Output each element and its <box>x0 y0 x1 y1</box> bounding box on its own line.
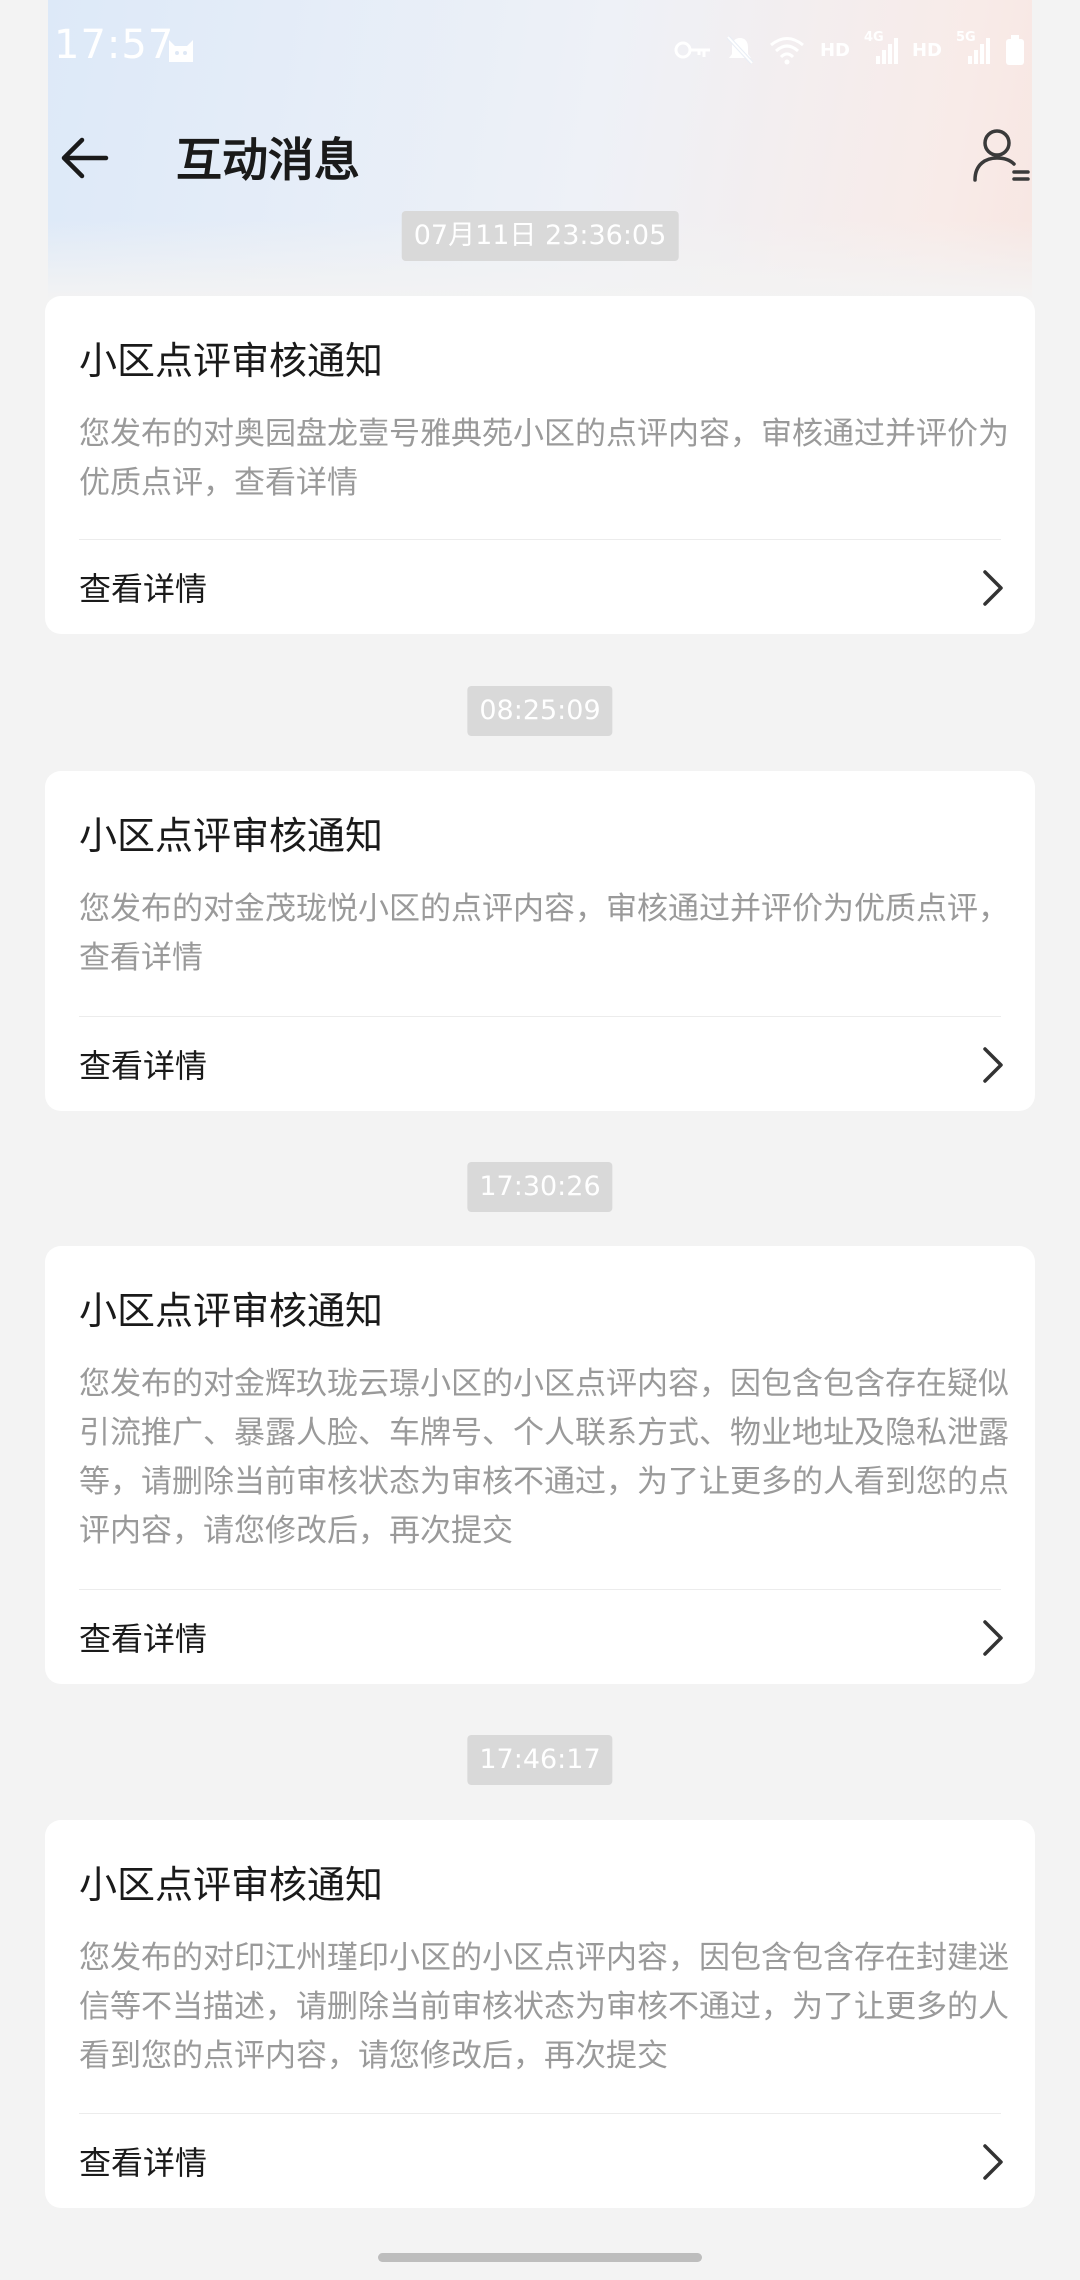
hd-indicator-2: HD <box>911 39 942 61</box>
message-card: 小区点评审核通知 您发布的对奥园盘龙壹号雅典苑小区的点评内容，审核通过并评价为优… <box>45 296 1035 634</box>
message-timestamp: 17:46:17 <box>467 1735 613 1785</box>
view-details-button[interactable]: 查看详情 <box>45 1588 1035 1684</box>
page-title: 互动消息 <box>176 133 360 187</box>
message-timestamp: 08:25:09 <box>467 686 613 736</box>
user-list-icon <box>973 129 1030 182</box>
message-card: 小区点评审核通知 您发布的对金辉玖珑云璟小区的小区点评内容，因包含包含存在疑似引… <box>45 1246 1035 1684</box>
view-details-label: 查看详情 <box>79 570 208 608</box>
back-button[interactable] <box>56 128 116 188</box>
app-header: 互动消息 <box>48 110 1032 200</box>
hd-indicator-1: HD <box>819 39 850 61</box>
message-timestamp: 17:30:26 <box>467 1162 613 1212</box>
message-body: 您发布的对金辉玖珑云璟小区的小区点评内容，因包含包含存在疑似引流推广、暴露人脸、… <box>79 1366 1009 1549</box>
status-bar: 17:57 HD 4G HD 5G <box>48 0 1032 96</box>
chevron-right-icon <box>983 1620 1003 1656</box>
view-details-label: 查看详情 <box>79 1047 208 1085</box>
message-body: 您发布的对印江州瑾印小区的小区点评内容，因包含包含存在封建迷信等不当描述，请删除… <box>79 1940 1009 2074</box>
home-indicator[interactable] <box>378 2253 702 2262</box>
message-card: 小区点评审核通知 您发布的对金茂珑悦小区的点评内容，审核通过并评价为优质点评，查… <box>45 771 1035 1111</box>
message-title: 小区点评审核通知 <box>79 1863 384 1907</box>
signal-icon-2: 5G <box>956 30 990 66</box>
message-title: 小区点评审核通知 <box>79 1289 384 1333</box>
status-time: 17:57 <box>54 22 175 68</box>
view-details-button[interactable]: 查看详情 <box>45 538 1035 634</box>
view-details-label: 查看详情 <box>79 2144 208 2182</box>
view-details-button[interactable]: 查看详情 <box>45 1015 1035 1111</box>
wifi-icon <box>768 35 806 65</box>
cat-icon <box>166 34 196 68</box>
battery-icon <box>1004 34 1026 66</box>
message-card: 小区点评审核通知 您发布的对印江州瑾印小区的小区点评内容，因包含包含存在封建迷信… <box>45 1820 1035 2208</box>
status-icons: HD 4G HD 5G <box>674 30 1026 70</box>
signal-icon: 4G <box>864 30 898 66</box>
message-body: 您发布的对奥园盘龙壹号雅典苑小区的点评内容，审核通过并评价为优质点评，查看详情 <box>79 416 1009 501</box>
chevron-right-icon <box>983 2144 1003 2180</box>
view-details-label: 查看详情 <box>79 1620 208 1658</box>
message-title: 小区点评审核通知 <box>79 339 384 383</box>
message-title: 小区点评审核通知 <box>79 814 384 858</box>
key-icon <box>674 38 712 62</box>
user-settings-button[interactable] <box>970 124 1032 186</box>
message-timestamp: 07月11日 23:36:05 <box>401 211 679 261</box>
arrow-left-icon <box>61 137 109 179</box>
message-body: 您发布的对金茂珑悦小区的点评内容，审核通过并评价为优质点评，查看详情 <box>79 891 1009 976</box>
chevron-right-icon <box>983 1047 1003 1083</box>
view-details-button[interactable]: 查看详情 <box>45 2112 1035 2208</box>
chevron-right-icon <box>983 570 1003 606</box>
mute-icon <box>726 35 754 65</box>
